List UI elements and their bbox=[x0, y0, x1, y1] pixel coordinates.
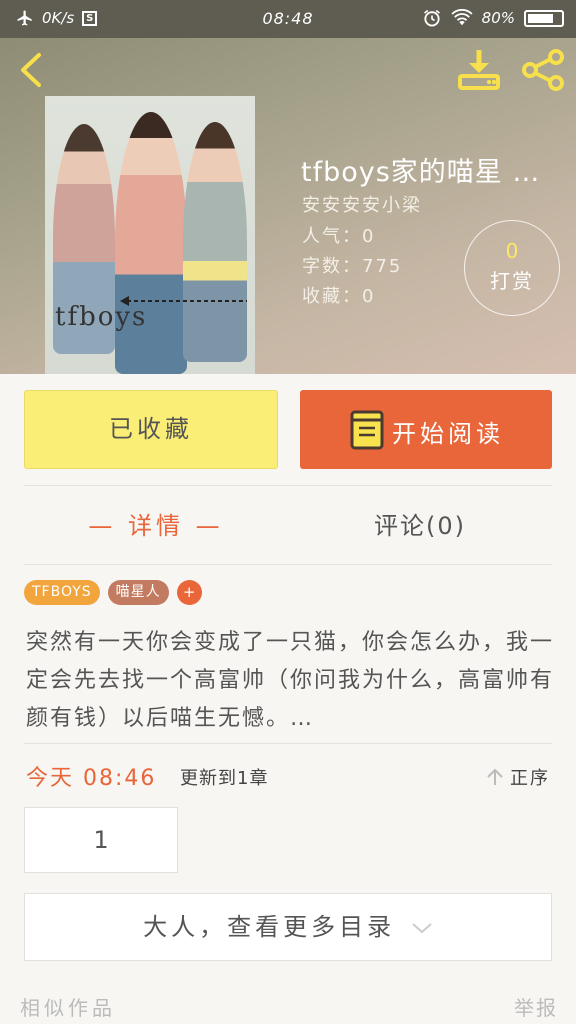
download-icon[interactable] bbox=[456, 48, 502, 92]
back-arrow-icon[interactable] bbox=[12, 50, 52, 90]
tab-detail[interactable]: — 详情 — bbox=[24, 490, 288, 562]
chapter-item[interactable]: 1 bbox=[24, 807, 178, 873]
tag-cat[interactable]: 喵星人 bbox=[107, 580, 169, 605]
more-catalog-button[interactable]: 大人，查看更多目录 bbox=[24, 893, 552, 961]
battery-icon bbox=[524, 9, 564, 27]
sort-order-button[interactable]: 正序 bbox=[486, 764, 550, 790]
tag-list: TFBOYS 喵星人 + bbox=[24, 580, 202, 605]
cover-title: tfboys bbox=[55, 302, 148, 332]
sort-order-label: 正序 bbox=[510, 768, 550, 789]
tip-button[interactable]: 0 打赏 bbox=[464, 220, 560, 316]
add-tag-button[interactable]: + bbox=[176, 580, 202, 605]
more-catalog-label: 大人，查看更多目录 bbox=[143, 913, 396, 941]
book-title: tfboys家的喵星 … bbox=[301, 157, 541, 188]
alarm-icon bbox=[423, 9, 440, 27]
word-count: 字数：775 bbox=[302, 256, 403, 277]
divider bbox=[24, 564, 552, 565]
wifi-icon bbox=[451, 9, 473, 26]
start-reading-label: 开始阅读 bbox=[392, 420, 504, 448]
arrow-up-icon bbox=[487, 768, 503, 785]
similar-works-heading: 相似作品 bbox=[20, 996, 116, 1020]
status-bar: 0K/s S 08:48 80% bbox=[0, 0, 576, 38]
share-icon[interactable] bbox=[520, 48, 566, 92]
tip-label: 打赏 bbox=[490, 269, 534, 293]
cover-figure-center bbox=[115, 112, 187, 374]
book-header: tfboys tfboys家的喵星 … 安安安安小梁 人气：0 字数：775 收… bbox=[0, 38, 576, 374]
book-cover[interactable]: tfboys bbox=[45, 96, 255, 374]
author-name[interactable]: 安安安安小梁 bbox=[302, 191, 422, 217]
cover-figure-right bbox=[183, 122, 247, 362]
update-date: 今天 08:46 bbox=[26, 766, 157, 791]
start-reading-button[interactable]: 开始阅读 bbox=[300, 390, 552, 469]
tip-count: 0 bbox=[505, 239, 519, 263]
tag-tfboys[interactable]: TFBOYS bbox=[24, 580, 100, 605]
book-summary[interactable]: 突然有一天你会变成了一只猫，你会怎么办，我一定会先去找一个高富帅（你问我为什么，… bbox=[26, 624, 554, 738]
divider bbox=[24, 743, 552, 744]
collected-button[interactable]: 已收藏 bbox=[24, 390, 278, 469]
battery-percent: 80% bbox=[481, 9, 515, 27]
divider bbox=[24, 485, 552, 486]
tab-comments[interactable]: 评论(0) bbox=[288, 490, 552, 562]
update-status: 更新到1章 bbox=[180, 768, 269, 789]
chevron-down-icon bbox=[412, 923, 432, 934]
report-button[interactable]: 举报 bbox=[514, 992, 558, 1021]
collection-count: 收藏：0 bbox=[302, 286, 376, 307]
book-icon bbox=[350, 410, 384, 450]
popularity: 人气：0 bbox=[302, 226, 376, 247]
